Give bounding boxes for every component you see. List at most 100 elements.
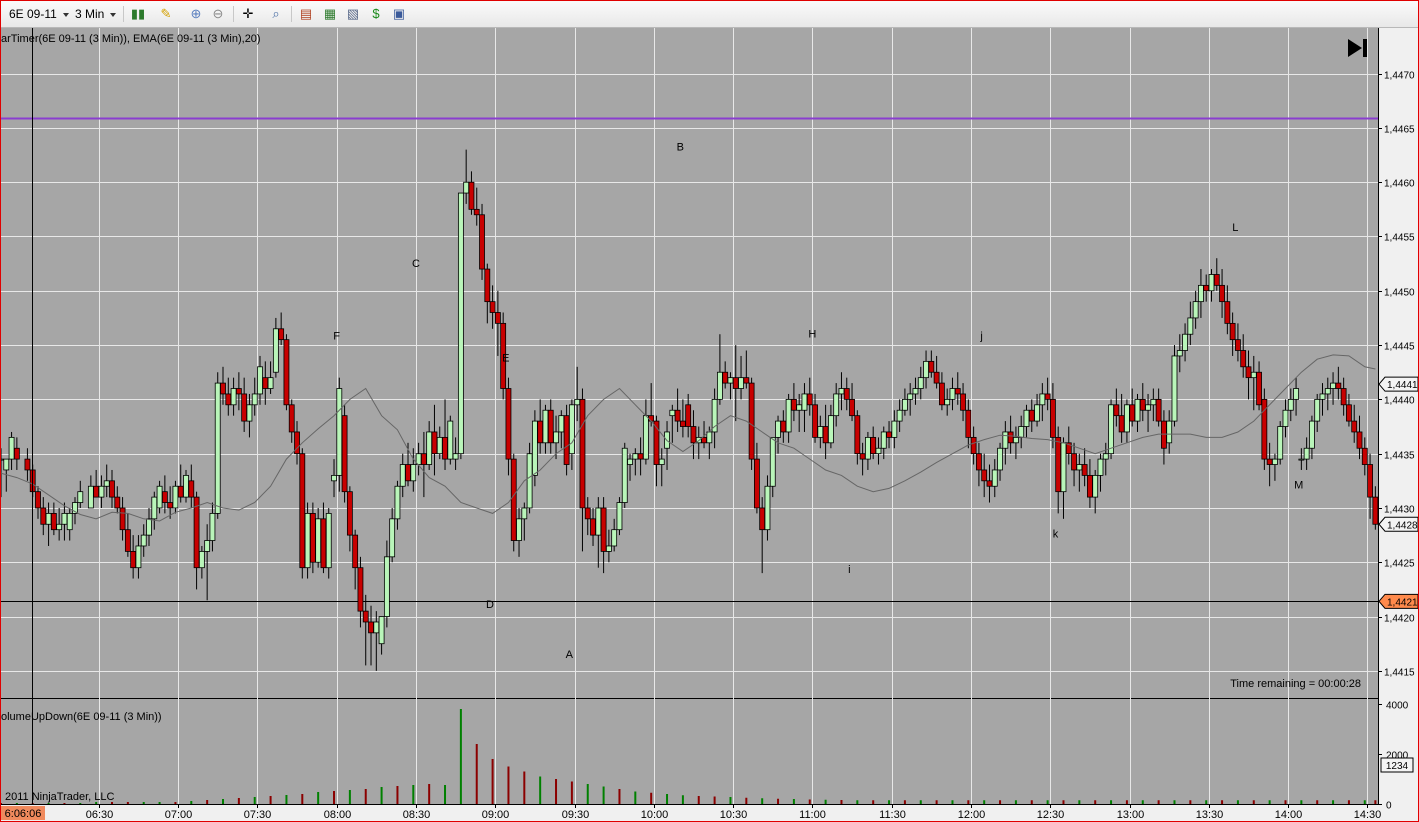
candle-down <box>1351 420 1358 433</box>
volume-bar <box>364 789 367 804</box>
candle-up <box>1309 420 1315 449</box>
candle-up <box>912 388 919 395</box>
candle-up <box>183 474 189 498</box>
volume-bar <box>253 797 256 804</box>
candle-down <box>1346 404 1352 422</box>
candle-up <box>616 502 623 531</box>
candle-down <box>1256 371 1262 406</box>
properties-icon[interactable]: ▤ <box>297 4 315 24</box>
candle-down <box>40 507 47 525</box>
candle-down <box>759 507 766 531</box>
candle-up <box>209 512 216 541</box>
dollar-icon[interactable]: $ <box>367 4 385 24</box>
candle-up <box>257 366 263 395</box>
data-box-icon[interactable]: ▣ <box>390 4 408 24</box>
volume-bar <box>919 800 922 804</box>
magnify-icon[interactable]: ⌕ <box>267 4 285 24</box>
candle-up <box>151 496 158 520</box>
candle-up <box>568 404 575 455</box>
candle-up <box>838 388 845 395</box>
volume-tick-label: 0 <box>1386 801 1392 812</box>
candle-up <box>605 545 612 552</box>
candle-up <box>716 371 723 400</box>
candle-up <box>1287 398 1294 411</box>
zoom-out-icon[interactable]: ⊖ <box>209 4 227 24</box>
candle-down <box>637 453 644 460</box>
volume-bar <box>792 799 795 804</box>
candle-up <box>1124 404 1130 433</box>
volume-bar <box>1 803 2 804</box>
price-tick-label: 1,4425 <box>1384 559 1415 570</box>
candle-down <box>981 469 988 482</box>
candle-up <box>103 480 110 487</box>
candle-up <box>1002 431 1009 449</box>
candle-up <box>61 512 68 525</box>
candle-down <box>368 621 374 634</box>
candle-up <box>891 420 898 438</box>
candle-up <box>272 328 279 373</box>
strategies-icon[interactable]: ▦ <box>321 4 339 24</box>
chart-canvas[interactable]: A B C D E F Hi j k L M 1,4415 1,4420 1,4425 1,4430 1,4… <box>1 28 1418 821</box>
candle-down <box>442 436 448 460</box>
candle-up <box>769 436 776 487</box>
volume-bar <box>729 797 732 804</box>
time-tick-label: 14:00 <box>1275 809 1303 821</box>
candle-down <box>722 371 729 384</box>
candle-up <box>87 485 94 509</box>
drawing-pencil-icon[interactable]: ✎ <box>157 4 175 24</box>
candle-down <box>537 420 544 444</box>
candle-down <box>954 388 961 395</box>
candle-up <box>1272 458 1278 465</box>
candle-up <box>156 485 163 509</box>
crosshair-icon[interactable]: ✛ <box>239 4 257 24</box>
price-tick-label: 1,4445 <box>1384 342 1415 353</box>
candle-up <box>1150 398 1157 406</box>
volume-bar <box>1094 800 1097 804</box>
candle-up <box>521 507 528 520</box>
volume-bar <box>634 791 637 804</box>
candle-up <box>146 518 152 536</box>
candle-up <box>3 458 10 471</box>
candle-down <box>188 480 195 498</box>
instrument-selector[interactable]: 6E 09-11 <box>5 4 73 24</box>
zoom-in-icon[interactable]: ⊕ <box>187 4 205 24</box>
candle-up <box>907 393 914 400</box>
bar-style-icon[interactable]: ▮▮ <box>129 4 147 24</box>
volume-bar <box>1030 800 1033 804</box>
volume-bar <box>1221 800 1224 804</box>
candle-up <box>198 551 205 569</box>
candle-down <box>235 388 242 395</box>
chart-trader-icon[interactable]: ▧ <box>344 4 362 24</box>
price-tick-label: 1,4465 <box>1384 125 1415 136</box>
candle-down <box>806 393 813 406</box>
candle-down <box>1240 350 1247 368</box>
candle-up <box>452 453 459 460</box>
candle-up <box>833 393 840 417</box>
candle-up <box>1198 284 1204 303</box>
volume-bar <box>333 791 336 804</box>
candle-up <box>436 436 443 455</box>
candle-up <box>8 436 15 460</box>
price-marker-label: 1,4428 <box>1387 520 1418 531</box>
interval-selector[interactable]: 3 Min <box>71 4 120 24</box>
candle-down <box>679 420 686 427</box>
candle-up <box>621 447 628 503</box>
chevron-down-icon <box>62 12 69 17</box>
candle-up <box>801 393 808 411</box>
volume-bar <box>1205 800 1208 804</box>
volume-bar <box>190 801 193 804</box>
candle-down <box>690 426 697 444</box>
price-tick-label: 1,4470 <box>1384 71 1415 82</box>
volume-bar <box>681 795 684 804</box>
candle-up <box>56 523 63 531</box>
volume-bar <box>618 789 621 804</box>
candle-down <box>732 377 739 389</box>
candle-up <box>1018 426 1025 438</box>
candle-down <box>193 496 200 569</box>
candle-down <box>177 485 184 498</box>
price-tick-label: 1,4415 <box>1384 668 1415 679</box>
time-tick-label: 11:30 <box>879 809 906 821</box>
candle-down <box>790 398 797 411</box>
candle-down <box>870 436 877 455</box>
volume-bar <box>1316 800 1319 804</box>
